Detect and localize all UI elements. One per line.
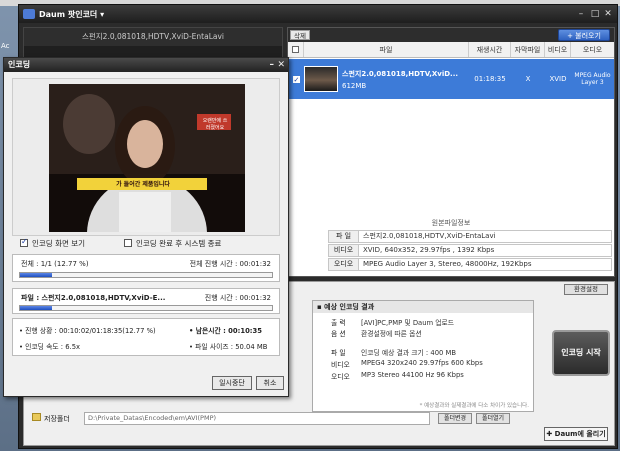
row-checkbox[interactable]: ✓ (288, 59, 304, 99)
open-folder-button[interactable]: 폴더열기 (476, 413, 510, 424)
dialog-options: 인코딩 화면 보기 인코딩 완료 후 시스템 종료 (20, 237, 280, 250)
result-video: 비디오 MPEG4 320x240 29.97fps 600 Kbps (331, 359, 483, 369)
orig-info-audio-value: MPEG Audio Layer 3, Stereo, 48000Hz, 192… (363, 260, 532, 268)
dialog-titlebar[interactable]: 인코딩 – ✕ (4, 58, 288, 72)
shutdown-label[interactable]: 인코딩 완료 후 시스템 종료 (136, 238, 221, 249)
caption-top: 오랜만에 쓰러졌어요 (202, 118, 228, 131)
preview-image (49, 84, 245, 232)
result-option: 음 션 환경설정에 따른 옵션 (331, 330, 422, 338)
file-list-toolbar: 삭제 + 불러오기 (288, 28, 614, 42)
dialog-close-icon[interactable]: ✕ (277, 58, 285, 72)
maximize-icon[interactable]: □ (589, 8, 601, 20)
orig-info-video-value: XVID, 640x352, 29.97fps , 1392 Kbps (363, 246, 495, 254)
total-progress-box: 전체 : 1/1 (12.77 %) 전체 진행 시간 : 00:01:32 (12, 254, 280, 282)
minimize-icon[interactable]: – (575, 8, 587, 20)
expected-result-box: ▪ 예상 인코딩 결과 출 력 [AVI]PC,PMP 및 Daum 업로드 음 … (312, 300, 534, 412)
load-file-button[interactable]: + 불러오기 (558, 29, 610, 41)
orig-info-audio-key: 오디오 (329, 259, 359, 270)
total-elapsed-time: 전체 진행 시간 : 00:01:32 (189, 260, 271, 268)
shutdown-checkbox[interactable] (124, 239, 132, 247)
start-encoding-button[interactable]: 인코딩 시작 (552, 330, 610, 376)
orig-info-file-value: 스펀지2.0,081018,HDTV,XviD-EntaLavi (363, 232, 496, 240)
orig-info-file-key: 파 일 (329, 231, 359, 242)
cancel-button[interactable]: 취소 (256, 376, 284, 390)
select-all-checkbox[interactable] (288, 42, 304, 57)
app-title[interactable]: Daum 팟인코더 ▾ (39, 9, 104, 20)
result-audio: 오디오 MP3 Stereo 44100 Hz 96 Kbps (331, 371, 464, 381)
env-settings-button[interactable]: 환경설정 (564, 284, 608, 295)
file-list-panel: 삭제 + 불러오기 파일 재생시간 자막파일 비디오 오디오 ✓ 스펀지2.0,… (287, 27, 615, 277)
close-icon[interactable]: ✕ (602, 8, 614, 20)
encoding-speed: • 인코딩 속도 : 6.5x (19, 343, 81, 351)
table-row[interactable]: ✓ 스펀지2.0,081018,HDTV,XviD... 612MB 01:18… (288, 59, 614, 99)
row-duration: 01:18:35 (474, 75, 506, 83)
dialog-minimize-icon[interactable]: – (270, 58, 275, 72)
delete-button[interactable]: 삭제 (290, 30, 310, 40)
save-path-field[interactable]: D:\Private_Datas\Encoded\em\AVI(PMP) (84, 412, 430, 425)
orig-info-file: 파 일 스펀지2.0,081018,HDTV,XviD-EntaLavi (328, 230, 612, 243)
col-subtitle[interactable]: 자막파일 (511, 42, 545, 57)
row-file-size: 612MB (342, 81, 367, 90)
encoding-dialog: 인코딩 – ✕ 오랜만에 쓰러졌어요 가 들어간 제품입니다 인코딩 화면 보기… (3, 57, 289, 397)
file-progress-box: 파일 : 스펀지2.0,081018,HDTV,XviD-E... 진행 시간 … (12, 288, 280, 314)
save-folder-label: 저장폴더 (44, 415, 70, 423)
col-video[interactable]: 비디오 (545, 42, 571, 57)
original-info-title: 원본파일정보 (431, 219, 471, 227)
pause-button[interactable]: 일시중단 (212, 376, 252, 390)
file-progress-bar (19, 305, 273, 311)
file-elapsed-time: 진행 시간 : 00:01:32 (204, 294, 271, 302)
result-output: 출 력 [AVI]PC,PMP 및 Daum 업로드 (331, 319, 455, 327)
row-audio: MPEG Audio Layer 3 (574, 72, 611, 86)
queue-header: 스펀지2.0,081018,HDTV,XviD-EntaLavi (24, 28, 282, 46)
folder-icon (32, 413, 41, 421)
show-video-label[interactable]: 인코딩 화면 보기 (32, 238, 85, 249)
row-video: XVID (549, 75, 567, 83)
caption-main: 가 들어간 제품입니다 (116, 181, 170, 188)
remaining-time: • 남은시간 : 00:10:35 (189, 327, 262, 335)
orig-info-audio: 오디오 MPEG Audio Layer 3, Stereo, 48000Hz,… (328, 258, 612, 271)
row-subtitle: X (525, 75, 531, 83)
daum-upload-button[interactable]: ✚ Daum에 올리기 (544, 427, 608, 441)
video-preview: 오랜만에 쓰러졌어요 가 들어간 제품입니다 (49, 84, 245, 232)
row-file-name: 스펀지2.0,081018,HDTV,XviD... (342, 69, 459, 78)
encoding-stats-box: • 진행 상황 : 00:10:02/01:18:35(12.77 %) • 남… (12, 318, 280, 356)
main-titlebar[interactable]: Daum 팟인코더 ▾ – □ ✕ (19, 5, 617, 23)
save-folder-row: 저장폴더 D:\Private_Datas\Encoded\em\AVI(PMP… (32, 412, 532, 426)
result-file: 파 일 인코딩 예상 결과 크기 : 400 MB (331, 349, 457, 357)
row-file-cell: 스펀지2.0,081018,HDTV,XviD... 612MB (304, 59, 469, 99)
dialog-title: 인코딩 (8, 60, 31, 69)
col-duration[interactable]: 재생시간 (469, 42, 511, 57)
file-list-header: 파일 재생시간 자막파일 비디오 오디오 (288, 42, 614, 58)
expected-result-title: ▪ 예상 인코딩 결과 (313, 301, 533, 313)
orig-info-video: 비디오 XVID, 640x352, 29.97fps , 1392 Kbps (328, 244, 612, 257)
col-audio[interactable]: 오디오 (571, 42, 614, 57)
file-size: • 파일 사이즈 : 50.04 MB (189, 343, 268, 351)
app-logo-icon (23, 9, 35, 19)
video-thumbnail (304, 66, 338, 92)
orig-info-video-key: 비디오 (329, 245, 359, 256)
status-text: • 진행 상황 : 00:10:02/01:18:35(12.77 %) (19, 327, 156, 335)
total-progress-label: 전체 : 1/1 (12.77 %) (21, 260, 89, 268)
file-progress-fill (20, 306, 53, 310)
preview-frame: 오랜만에 쓰러졌어요 가 들어간 제품입니다 (12, 78, 280, 236)
show-video-checkbox[interactable] (20, 237, 28, 247)
total-progress-bar (19, 272, 273, 278)
total-progress-fill (20, 273, 53, 277)
result-note: * 예상결과와 실제결과에 다소 차이가 있습니다. (419, 403, 529, 409)
col-file[interactable]: 파일 (304, 42, 469, 57)
change-folder-button[interactable]: 폴더변경 (438, 413, 472, 424)
file-progress-label: 파일 : 스펀지2.0,081018,HDTV,XviD-E... (21, 294, 166, 302)
